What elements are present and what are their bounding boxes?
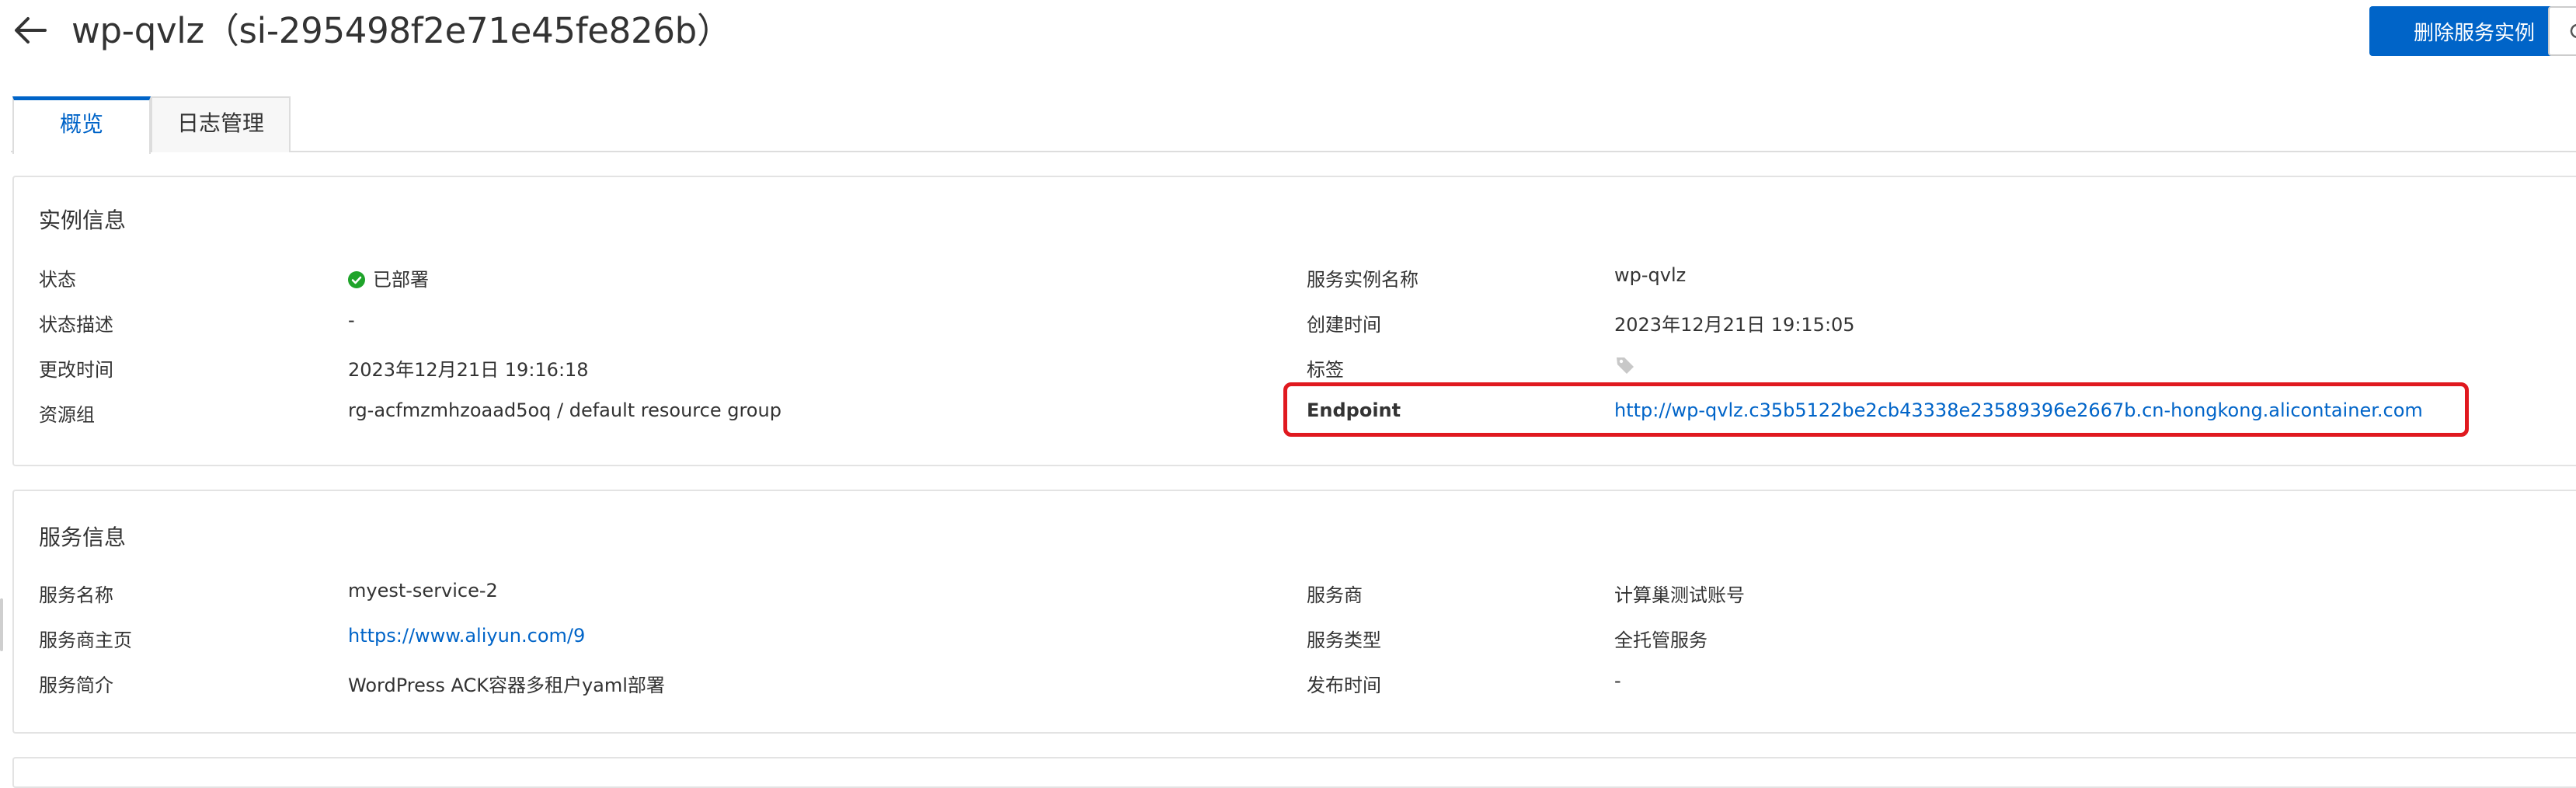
tags-label: 标签 (1307, 359, 1344, 381)
service-intro-value: WordPress ACK容器多租户yaml部署 (348, 675, 665, 696)
update-time-label: 更改时间 (39, 359, 113, 381)
status-text: 已部署 (373, 269, 429, 291)
check-circle-icon (348, 271, 365, 288)
resource-group-value: rg-acfmzmhzoaad5oq / default resource gr… (348, 399, 782, 421)
update-time-value: 2023年12月21日 19:16:18 (348, 359, 589, 381)
resource-group-label: 资源组 (39, 404, 95, 426)
page-title: wp-qvlz（si-295498f2e71e45fe826b） (71, 10, 732, 51)
delete-service-instance-button[interactable]: 删除服务实例 (2369, 6, 2576, 56)
provider-homepage-label: 服务商主页 (39, 629, 132, 651)
back-arrow-icon[interactable] (11, 11, 50, 50)
sidebar-collapse-handle[interactable] (0, 598, 3, 651)
endpoint-highlight-box (1283, 382, 2469, 437)
publish-time-value: - (1614, 670, 1621, 692)
refresh-button[interactable] (2548, 6, 2576, 56)
create-time-label: 创建时间 (1307, 314, 1381, 336)
provider-homepage-link[interactable]: https://www.aliyun.com/9 (348, 625, 585, 647)
refresh-icon (2570, 23, 2576, 38)
next-section-card (12, 757, 2576, 788)
service-name-label: 服务名称 (39, 584, 113, 606)
instance-info-title: 实例信息 (39, 207, 127, 233)
status-description-label: 状态描述 (39, 314, 113, 336)
tab-overview[interactable]: 概览 (12, 96, 151, 154)
tab-bar-divider (11, 151, 2576, 152)
status-description-value: - (348, 309, 355, 331)
service-info-title: 服务信息 (39, 525, 127, 550)
tag-icon[interactable] (1614, 354, 1636, 376)
instance-name-label: 服务实例名称 (1307, 269, 1419, 291)
tab-log-management[interactable]: 日志管理 (151, 96, 291, 152)
provider-label: 服务商 (1307, 584, 1363, 606)
service-name-value: myest-service-2 (348, 580, 498, 601)
status-label: 状态 (39, 269, 76, 291)
status-value: 已部署 (348, 264, 429, 291)
publish-time-label: 发布时间 (1307, 675, 1381, 696)
service-type-label: 服务类型 (1307, 629, 1381, 651)
instance-name-value: wp-qvlz (1614, 264, 1687, 286)
provider-value: 计算巢测试账号 (1614, 584, 1745, 606)
service-intro-label: 服务简介 (39, 675, 113, 696)
create-time-value: 2023年12月21日 19:15:05 (1614, 314, 1855, 336)
service-type-value: 全托管服务 (1614, 629, 1707, 651)
